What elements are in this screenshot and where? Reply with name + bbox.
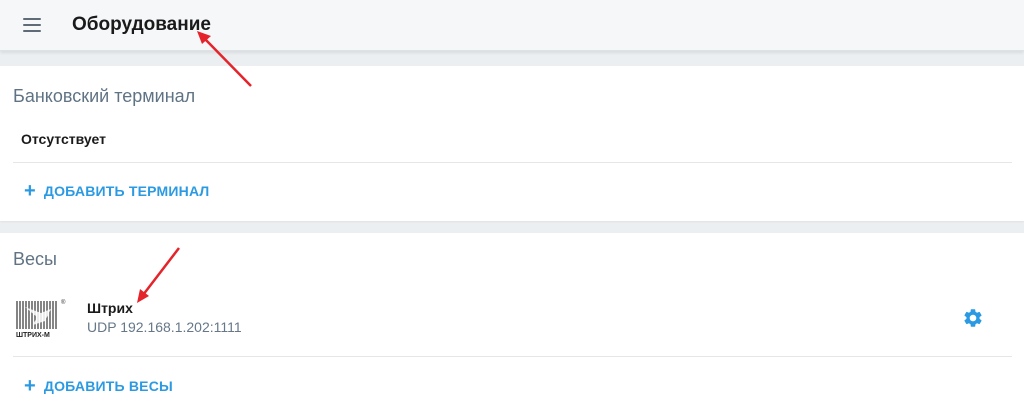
scales-card: Весы ® ШТРИХ-М Штрих UDP 192.168.1.202:1… <box>0 233 1024 411</box>
divider <box>13 356 1012 357</box>
gear-icon[interactable] <box>962 307 984 329</box>
hamburger-menu-icon[interactable] <box>23 18 41 32</box>
plus-icon: + <box>24 375 36 397</box>
add-terminal-label: ДОБАВИТЬ ТЕРМИНАЛ <box>43 183 210 199</box>
plus-icon: + <box>24 180 36 202</box>
divider <box>13 162 1012 163</box>
bank-terminal-status: Отсутствует <box>21 131 106 147</box>
logo-registered-mark: ® <box>61 299 66 306</box>
device-address: UDP 192.168.1.202:1111 <box>87 319 242 335</box>
page-title: Оборудование <box>72 14 211 35</box>
logo-text: ШТРИХ-М <box>16 332 50 339</box>
add-scales-label: ДОБАВИТЬ ВЕСЫ <box>43 378 173 394</box>
bank-terminal-card: Банковский терминал Отсутствует + ДОБАВИ… <box>0 66 1024 221</box>
device-name[interactable]: Штрих <box>87 300 133 316</box>
bank-terminal-section-title: Банковский терминал <box>13 86 196 106</box>
shtrih-m-logo: ® ШТРИХ-М <box>16 299 66 339</box>
app-bar: Оборудование <box>0 0 1024 51</box>
add-scales-button[interactable]: + ДОБАВИТЬ ВЕСЫ <box>24 375 173 397</box>
add-terminal-button[interactable]: + ДОБАВИТЬ ТЕРМИНАЛ <box>24 180 210 202</box>
scales-section-title: Весы <box>13 249 57 269</box>
